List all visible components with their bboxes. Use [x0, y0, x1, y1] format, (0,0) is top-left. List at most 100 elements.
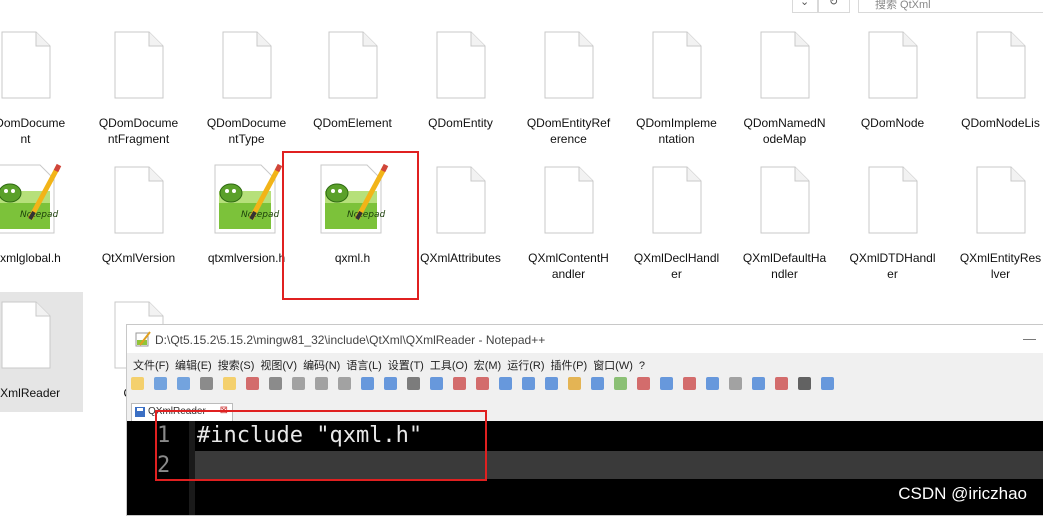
toolbar-button[interactable] [200, 377, 213, 390]
file-name: QDomDocume ntType [206, 116, 287, 146]
file-name: QXmlContentH andler [528, 251, 609, 281]
notepadpp-app-icon [135, 331, 151, 347]
refresh-icon: ↻ [829, 0, 839, 8]
document-icon [755, 30, 815, 100]
explorer-address-bar: ⌄ ↻ 搜索 QtXml [0, 0, 1043, 14]
document-icon [0, 300, 56, 370]
document-icon [431, 165, 491, 235]
file-name: QDomNamedN odeMap [743, 116, 826, 146]
document-icon [647, 165, 707, 235]
menu-item[interactable]: 搜索(S) [218, 357, 255, 373]
refresh-button[interactable]: ↻ [818, 0, 850, 13]
file-name: QDomDocume ntFragment [98, 116, 179, 146]
file-name: QXmlEntityRes lver [959, 251, 1042, 281]
toolbar-button[interactable] [660, 377, 673, 390]
document-icon [755, 165, 815, 235]
toolbar-button[interactable] [269, 377, 282, 390]
menu-item[interactable]: 插件(P) [551, 357, 588, 373]
search-placeholder: 搜索 QtXml [875, 0, 931, 11]
toolbar-button[interactable] [798, 377, 811, 390]
toolbar-button[interactable] [131, 377, 144, 390]
file-name: QDomEntity [428, 116, 493, 130]
file-name: QXmlReader [0, 386, 61, 400]
file-name: QXmlDeclHandl er [633, 251, 720, 281]
file-name: QDomElement [313, 116, 392, 130]
toolbar-button[interactable] [522, 377, 535, 390]
menu-item[interactable]: 文件(F) [133, 357, 169, 373]
watermark: CSDN @iriczhao [898, 484, 1027, 503]
minimize-button[interactable]: — [1023, 331, 1036, 346]
document-icon [109, 165, 169, 235]
menu-item[interactable]: 视图(V) [260, 357, 297, 373]
file-name: QDomImpleme ntation [636, 116, 717, 146]
file-name: QDomEntityRef erence [526, 116, 611, 146]
document-icon [647, 30, 707, 100]
menu-item[interactable]: 运行(R) [507, 357, 544, 373]
menu-item[interactable]: 宏(M) [474, 357, 502, 373]
toolbar-button[interactable] [821, 377, 834, 390]
line-number: 2 [157, 453, 171, 478]
window-title: D:\Qt5.15.2\5.15.2\mingw81_32\include\Qt… [155, 333, 546, 347]
menu-item[interactable]: 窗口(W) [593, 357, 633, 373]
file-name: QDomNode [860, 116, 925, 130]
toolbar-button[interactable] [706, 377, 719, 390]
toolbar-button[interactable] [384, 377, 397, 390]
document-icon [431, 30, 491, 100]
toolbar-button[interactable] [545, 377, 558, 390]
document-icon [539, 165, 599, 235]
menu-item[interactable]: 编码(N) [303, 357, 340, 373]
toolbar-button[interactable] [177, 377, 190, 390]
svg-text:Notepad: Notepad [20, 210, 59, 220]
file-name: QXmlAttributes [420, 251, 501, 265]
toolbar-button[interactable] [729, 377, 742, 390]
toolbar-button[interactable] [637, 377, 650, 390]
line-number: 1 [157, 423, 171, 448]
menu-bar: 文件(F) 编辑(E) 搜索(S) 视图(V) 编码(N) 语言(L) 设置(T) 工具(O)… [127, 357, 1043, 373]
svg-text:Notepad: Notepad [347, 210, 386, 220]
menu-item[interactable]: 工具(O) [430, 357, 468, 373]
toolbar [131, 375, 1031, 393]
save-file-icon [135, 407, 145, 417]
file-name: QtXmlVersion [101, 251, 176, 265]
toolbar-button[interactable] [614, 377, 627, 390]
toolbar-button[interactable] [775, 377, 788, 390]
toolbar-button[interactable] [568, 377, 581, 390]
toolbar-button[interactable] [591, 377, 604, 390]
document-icon [0, 30, 56, 100]
toolbar-button[interactable] [752, 377, 765, 390]
address-dropdown-button[interactable]: ⌄ [792, 0, 818, 13]
document-icon [863, 165, 923, 235]
toolbar-button[interactable] [338, 377, 351, 390]
toolbar-button[interactable] [154, 377, 167, 390]
menu-item[interactable]: 语言(L) [346, 357, 381, 373]
document-icon [971, 165, 1031, 235]
file-name: qtxmlversion.h [207, 251, 286, 265]
toolbar-button[interactable] [361, 377, 374, 390]
toolbar-button[interactable] [453, 377, 466, 390]
close-tab-icon[interactable]: ⊠ [220, 405, 228, 416]
menu-item[interactable]: ? [639, 360, 645, 372]
document-icon [863, 30, 923, 100]
svg-text:Notepad: Notepad [241, 210, 280, 220]
toolbar-button[interactable] [683, 377, 696, 390]
toolbar-button[interactable] [292, 377, 305, 390]
search-input[interactable]: 搜索 QtXml [858, 0, 1043, 13]
tab-qxmlreader[interactable]: QXmlReader ⊠ [131, 403, 233, 421]
window-titlebar: D:\Qt5.15.2\5.15.2\mingw81_32\include\Qt… [127, 325, 1043, 353]
toolbar-button[interactable] [223, 377, 236, 390]
current-line-highlight [195, 451, 1043, 479]
toolbar-button[interactable] [499, 377, 512, 390]
chevron-down-icon: ⌄ [800, 0, 810, 8]
toolbar-button[interactable] [246, 377, 259, 390]
document-icon [539, 30, 599, 100]
toolbar-button[interactable] [430, 377, 443, 390]
file-name: QXmlDTDHandl er [849, 251, 936, 281]
notepadpp-file-icon: Notepad [0, 161, 66, 236]
toolbar-button[interactable] [476, 377, 489, 390]
menu-item[interactable]: 编辑(E) [175, 357, 212, 373]
toolbar-button[interactable] [407, 377, 420, 390]
menu-item[interactable]: 设置(T) [388, 357, 424, 373]
file-name: QDomDocument [0, 116, 66, 146]
toolbar-button[interactable] [315, 377, 328, 390]
document-icon [971, 30, 1031, 100]
